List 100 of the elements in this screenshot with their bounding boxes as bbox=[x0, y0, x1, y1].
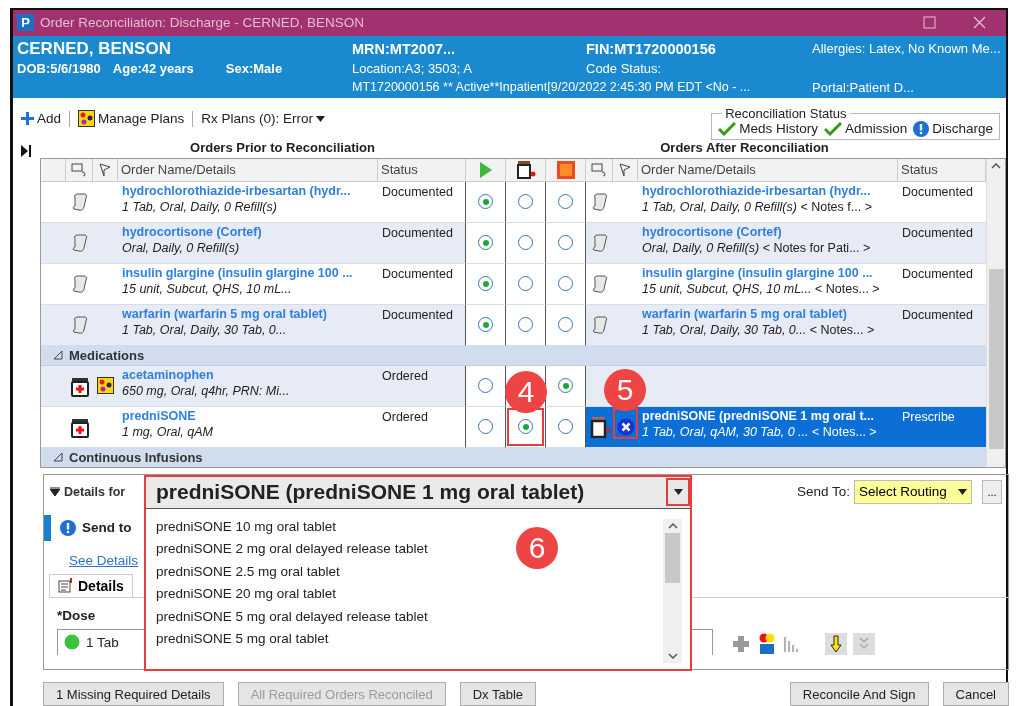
group-label: Medications bbox=[69, 347, 145, 363]
action-button[interactable]: Cancel bbox=[942, 682, 1009, 706]
action-button[interactable]: Dx Table bbox=[459, 682, 537, 706]
column-header: Order Name/Details bbox=[118, 158, 378, 182]
dropdown-option[interactable]: predniSONE 2 mg oral delayed release tablet bbox=[156, 541, 428, 564]
order-status: Documented bbox=[381, 225, 453, 240]
flag-icon bbox=[619, 162, 631, 177]
status-item: Discharge bbox=[913, 120, 993, 137]
radio-button[interactable] bbox=[558, 235, 573, 251]
action-button[interactable]: Reconcile And Sign bbox=[789, 682, 929, 706]
radio-button[interactable] bbox=[558, 276, 573, 292]
portal-status: Portal:Patient D... bbox=[812, 79, 915, 95]
caret-icon bbox=[958, 488, 967, 495]
radio-button[interactable] bbox=[478, 419, 493, 435]
order-status: Documented bbox=[901, 266, 973, 281]
scroll-icon bbox=[70, 273, 89, 294]
order-name[interactable]: insulin glargine (insulin glargine 100 ... bbox=[122, 265, 378, 280]
order-name[interactable]: predniSONE (predniSONE 1 mg oral t... bbox=[642, 408, 898, 423]
info-icon bbox=[913, 120, 930, 137]
radio-button[interactable] bbox=[478, 194, 493, 210]
check-icon bbox=[718, 121, 737, 136]
dropdown-option[interactable]: predniSONE 2.5 mg oral tablet bbox=[156, 563, 340, 587]
scroll-icon bbox=[590, 273, 609, 294]
plan-icon bbox=[78, 110, 96, 128]
radio-button[interactable] bbox=[478, 235, 493, 251]
order-name[interactable]: hydrochlorothiazide-irbesartan (hydr... bbox=[642, 183, 898, 198]
stop-icon bbox=[556, 160, 575, 179]
radio-button[interactable] bbox=[518, 276, 533, 292]
scroll-icon bbox=[70, 232, 89, 253]
scrollbar[interactable] bbox=[663, 518, 682, 663]
radio-button[interactable] bbox=[558, 419, 573, 435]
fin: FIN:MT1720000156 bbox=[586, 40, 717, 57]
plus-icon bbox=[21, 112, 34, 126]
radio-button[interactable] bbox=[478, 276, 493, 292]
dropdown-option[interactable]: predniSONE 20 mg oral tablet bbox=[156, 586, 337, 609]
radio-button[interactable] bbox=[558, 378, 573, 394]
code-status: Code Status: bbox=[586, 60, 663, 76]
radio-button[interactable] bbox=[518, 317, 533, 333]
note-icon bbox=[591, 162, 607, 177]
radio-button[interactable] bbox=[478, 378, 493, 394]
order-details: 1 Tab, Oral, Daily, 30 Tab, 0... < Notes... > bbox=[642, 322, 876, 337]
patient-name: CERNED, BENSON bbox=[17, 38, 172, 59]
collapse-icon[interactable] bbox=[53, 350, 63, 361]
allergies: Allergies: Latex, No Known Me... bbox=[812, 41, 1002, 57]
scroll-icon bbox=[70, 314, 89, 335]
dropdown-option[interactable]: predniSONE 5 mg oral delayed release tablet bbox=[156, 608, 428, 632]
order-status: Documented bbox=[901, 184, 973, 199]
status-dot-icon bbox=[64, 634, 80, 651]
plan-icon bbox=[97, 377, 114, 395]
toolbar-button[interactable]: Rx Plans (0): Error bbox=[199, 111, 328, 127]
dropdown-option[interactable]: predniSONE 10 mg oral tablet bbox=[156, 518, 337, 542]
column-header: Status bbox=[898, 158, 986, 182]
info-icon bbox=[60, 519, 76, 536]
order-details: 1 Tab, Oral, Daily, 0 Refill(s) bbox=[122, 199, 278, 214]
order-name[interactable]: predniSONE bbox=[122, 408, 378, 423]
radio-button[interactable] bbox=[558, 194, 573, 210]
order-name[interactable]: insulin glargine (insulin glargine 100 ... bbox=[642, 265, 898, 280]
mrn: MRN:MT2007... bbox=[352, 40, 457, 57]
order-status: Documented bbox=[901, 307, 973, 322]
collapse-icon[interactable] bbox=[50, 487, 60, 497]
order-details: 15 unit, Subcut, QHS, 10 mL... < Notes... > bbox=[642, 281, 881, 296]
dropdown-value: predniSONE (predniSONE 1 mg oral tablet) bbox=[156, 480, 585, 505]
order-name[interactable]: hydrochlorothiazide-irbesartan (hydr... bbox=[122, 183, 378, 198]
remove-icon[interactable] bbox=[616, 417, 635, 436]
patient-sex: Sex:Male bbox=[225, 60, 283, 76]
date-of-birth: DOB:5/6/1980 bbox=[17, 60, 101, 76]
window-title: Order Reconciliation: Discharge - CERNED, BENSON bbox=[40, 15, 366, 31]
radio-button[interactable] bbox=[518, 194, 533, 210]
toolbar-button[interactable]: Add bbox=[19, 111, 64, 127]
panel-title: Reconciliation Status bbox=[724, 105, 848, 121]
app-icon: P bbox=[17, 14, 34, 32]
expand-panel-icon[interactable] bbox=[21, 144, 31, 157]
toolbar-button[interactable]: Manage Plans bbox=[76, 110, 187, 128]
person-icon[interactable] bbox=[757, 632, 777, 655]
caret-icon bbox=[316, 115, 326, 122]
status-item: Admission bbox=[823, 121, 908, 137]
plus-icon[interactable] bbox=[731, 633, 751, 654]
bar-chart-icon[interactable] bbox=[783, 634, 801, 653]
order-status: Documented bbox=[901, 225, 973, 240]
send-to-label: Send To: bbox=[796, 484, 850, 500]
more-button[interactable]: ... bbox=[982, 479, 1002, 504]
dropdown-option[interactable]: predniSONE 5 mg oral tablet bbox=[156, 631, 329, 654]
routing-dropdown[interactable]: Select Routing bbox=[854, 479, 972, 504]
medicine-bottle-icon bbox=[515, 160, 536, 179]
scrollbar[interactable] bbox=[986, 158, 1005, 467]
radio-button[interactable] bbox=[558, 317, 573, 333]
action-button[interactable]: 1 Missing Required Details bbox=[43, 682, 224, 706]
see-details-link[interactable]: See Details bbox=[69, 552, 139, 568]
section-title: Orders Prior to Reconciliation bbox=[189, 139, 376, 157]
column-header: Status bbox=[378, 158, 466, 182]
details-tab[interactable]: Details bbox=[49, 573, 133, 597]
radio-button[interactable] bbox=[518, 235, 533, 251]
prescription-bottle-icon bbox=[589, 415, 610, 438]
double-chevron-icon[interactable] bbox=[853, 632, 875, 655]
radio-button[interactable] bbox=[518, 419, 533, 435]
collapse-icon[interactable] bbox=[53, 452, 63, 463]
order-details: Oral, Daily, 0 Refill(s) bbox=[122, 240, 241, 255]
radio-button[interactable] bbox=[478, 317, 493, 333]
scroll-icon bbox=[590, 191, 609, 212]
order-dropdown[interactable] bbox=[144, 474, 692, 671]
